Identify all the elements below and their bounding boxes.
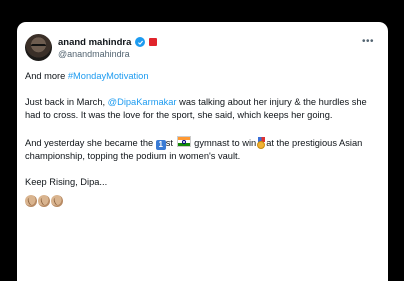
tweet-card: anand mahindra @anandmahindra ••• And mo… (17, 22, 388, 281)
text-segment: And yesterday she became the (25, 137, 156, 148)
author-name[interactable]: anand mahindra (58, 37, 131, 48)
author-name-row: anand mahindra (58, 35, 158, 49)
verified-badge-icon (135, 37, 146, 47)
tweet-paragraph-1: And more #MondayMotivation (25, 70, 374, 83)
text-segment: Just back in March, (25, 97, 108, 108)
clap-emojis (25, 195, 374, 208)
text-segment: st (165, 137, 176, 148)
tweet-paragraph-3: And yesterday she became the 1st gymnast… (25, 135, 374, 163)
clapping-hands-emoji-icon (25, 195, 37, 208)
tweet-text: And more #MondayMotivation Just back in … (25, 70, 374, 208)
text-segment: gymnast to win (191, 137, 257, 148)
affiliation-badge-icon[interactable] (149, 38, 158, 46)
clapping-hands-emoji-icon (51, 195, 63, 208)
clapping-hands-emoji-icon (38, 195, 50, 208)
tweet-header: anand mahindra @anandmahindra ••• (25, 34, 380, 66)
more-options-icon[interactable]: ••• (362, 36, 374, 47)
tweet-paragraph-2: Just back in March, @DipaKarmakar was ta… (25, 96, 374, 122)
hashtag-link[interactable]: #MondayMotivation (68, 71, 149, 81)
text-segment: And more (25, 71, 68, 81)
india-flag-emoji-icon (176, 135, 191, 147)
keycap-one-emoji-icon: 1 (155, 139, 166, 150)
gold-medal-emoji-icon (257, 136, 266, 149)
avatar[interactable] (25, 34, 52, 61)
mention-link[interactable]: @DipaKarmakar (108, 97, 177, 107)
tweet-paragraph-4: Keep Rising, Dipa... (25, 177, 108, 188)
author-handle[interactable]: @anandmahindra (58, 49, 130, 59)
